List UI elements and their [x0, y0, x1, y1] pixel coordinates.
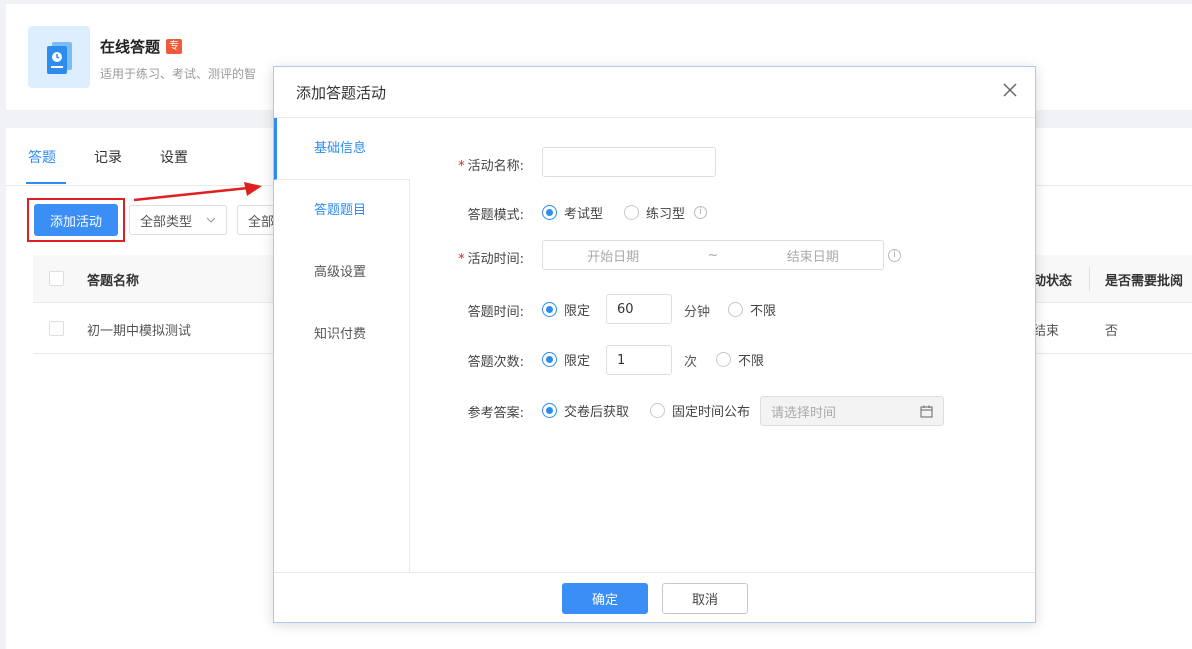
radio-checked-icon [542, 403, 557, 418]
row-review: 否 [1105, 324, 1119, 339]
duration-unit: 分钟 [684, 305, 711, 320]
confirm-button[interactable]: 确定 [562, 583, 648, 614]
radio-checked-icon [542, 205, 557, 220]
col-header-review: 是否需要批阅 [1105, 274, 1184, 289]
answer-after-label: 交卷后获取 [564, 405, 630, 420]
radio-icon [728, 302, 743, 317]
answer-fixed-label: 固定时间公布 [672, 405, 751, 420]
duration-input[interactable]: 60 [606, 294, 672, 324]
tab-bar: 答题 记录 设置 [26, 148, 194, 184]
duration-unlimited-radio[interactable]: 不限 [728, 300, 776, 319]
activity-name-label-text: 活动名称: [467, 159, 524, 174]
dialog-side-nav: 基础信息 答题题目 高级设置 知识付费 [274, 118, 410, 572]
count-unlimited-label: 不限 [738, 354, 765, 369]
nav-item-advanced[interactable]: 高级设置 [274, 242, 410, 304]
answer-fixed-radio[interactable]: 固定时间公布 [650, 401, 750, 420]
app-description: 适用于练习、考试、测评的智 [100, 67, 257, 81]
activity-time-label-text: 活动时间: [467, 252, 524, 267]
required-mark: * [458, 159, 465, 174]
activity-name-label: * 活动名称: [414, 155, 524, 174]
cancel-button[interactable]: 取消 [662, 583, 748, 614]
activity-name-input[interactable] [542, 147, 716, 177]
nav-item-basic-info[interactable]: 基础信息 [274, 118, 410, 180]
mode-practice-label: 练习型 [646, 207, 686, 222]
answer-after-radio[interactable]: 交卷后获取 [542, 401, 629, 420]
radio-icon [624, 205, 639, 220]
tab-answer[interactable]: 答题 [26, 148, 66, 184]
app-title-text: 在线答题 [100, 38, 161, 56]
status-select-value: 全部 [248, 214, 275, 230]
col-header-name: 答题名称 [87, 274, 140, 289]
answer-time-placeholder: 请选择时间 [771, 405, 837, 421]
row-checkbox[interactable] [49, 321, 64, 336]
activity-time-label: * 活动时间: [414, 248, 524, 267]
mode-label: 答题模式: [467, 208, 524, 223]
count-input[interactable]: 1 [606, 345, 672, 375]
count-unit: 次 [684, 355, 698, 370]
radio-icon [716, 352, 731, 367]
info-icon[interactable]: i [888, 249, 901, 262]
type-select-value: 全部类型 [140, 214, 193, 230]
start-date-placeholder: 开始日期 [587, 249, 640, 265]
required-mark: * [458, 252, 465, 267]
radio-icon [650, 403, 665, 418]
duration-unlimited-label: 不限 [750, 304, 777, 319]
select-all-checkbox[interactable] [49, 271, 64, 286]
mode-practice-radio[interactable]: 练习型 [624, 203, 685, 222]
app-title: 在线答题 专 [100, 36, 183, 57]
dialog-footer-divider [274, 572, 1035, 573]
date-range-picker[interactable]: 开始日期 ~ 结束日期 [542, 240, 884, 270]
nav-item-paid[interactable]: 知识付费 [274, 304, 410, 366]
annotation-arrow-icon [133, 182, 262, 202]
pro-badge: 专 [166, 39, 183, 54]
app-logo [28, 26, 90, 88]
row-name: 初一期中模拟测试 [87, 324, 192, 339]
mode-exam-radio[interactable]: 考试型 [542, 203, 603, 222]
row-status: 结束 [1033, 324, 1060, 339]
mode-exam-label: 考试型 [564, 207, 604, 222]
radio-checked-icon [542, 302, 557, 317]
info-icon[interactable]: i [694, 206, 707, 219]
nav-item-questions[interactable]: 答题题目 [274, 180, 410, 242]
close-icon[interactable] [1001, 81, 1019, 99]
count-limited-label: 限定 [564, 354, 591, 369]
answer-time-picker[interactable]: 请选择时间 [760, 396, 944, 426]
count-label: 答题次数: [467, 355, 524, 370]
radio-checked-icon [542, 352, 557, 367]
duration-limited-radio[interactable]: 限定 [542, 300, 590, 319]
type-select[interactable]: 全部类型 [129, 205, 227, 235]
duration-limited-label: 限定 [564, 304, 591, 319]
end-date-placeholder: 结束日期 [786, 249, 839, 265]
calendar-icon [920, 405, 933, 417]
count-limited-radio[interactable]: 限定 [542, 350, 590, 369]
range-separator: ~ [707, 247, 719, 263]
col-divider [1089, 267, 1090, 291]
count-unlimited-radio[interactable]: 不限 [716, 350, 764, 369]
quiz-book-icon [47, 42, 72, 74]
col-header-status: 动状态 [1033, 274, 1073, 289]
add-button-highlight: 添加活动 [27, 198, 125, 242]
add-activity-button[interactable]: 添加活动 [34, 204, 118, 236]
add-activity-dialog: 添加答题活动 基础信息 答题题目 高级设置 知识付费 * 活动名称: 答题模式: … [273, 66, 1036, 623]
chevron-down-icon [206, 217, 216, 223]
answer-label: 参考答案: [467, 406, 524, 421]
tab-settings[interactable]: 设置 [160, 148, 194, 184]
tab-records[interactable]: 记录 [94, 148, 128, 184]
duration-label: 答题时间: [467, 305, 524, 320]
dialog-title: 添加答题活动 [296, 84, 387, 102]
